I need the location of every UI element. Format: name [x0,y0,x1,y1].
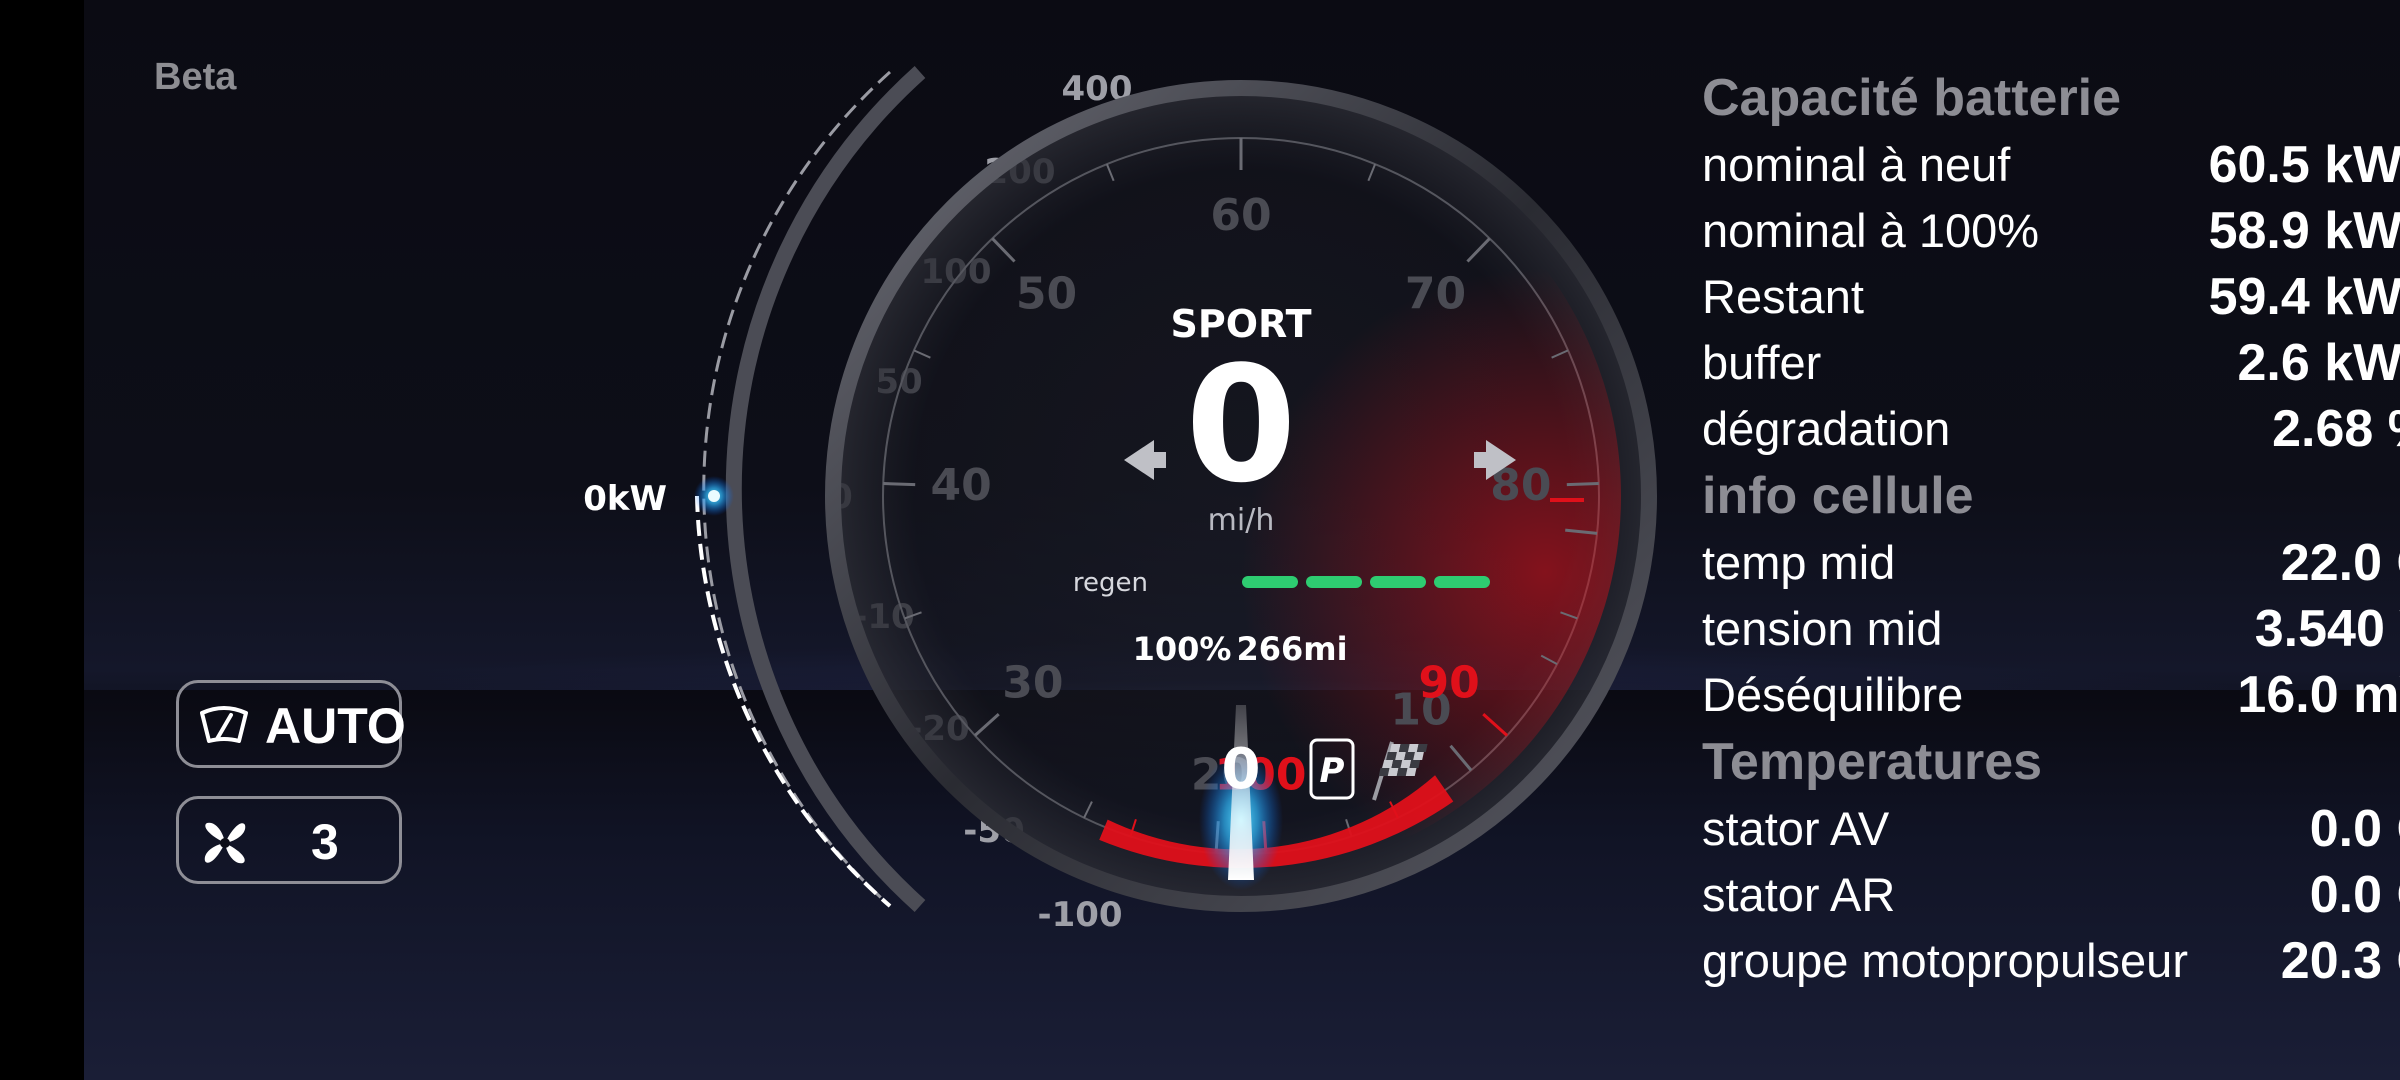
flag-cell [1407,744,1419,752]
info-row: buffer 2.6 kWh [1702,330,2400,396]
info-row: nominal à neuf 60.5 kWh [1702,132,2400,198]
flag-cell [1387,768,1399,776]
windshield-wiper-icon [200,706,248,743]
battery-capacity-list: nominal à neuf 60.5 kWh nominal à 100% 58.9… [1702,132,2400,462]
range-estimate: 266mi [1236,630,1347,668]
cell-info-list: temp mid22.0 Ctension mid3.540 VDéséquil… [1702,530,2400,728]
speedometer: 102030405060708090100 SPORT 0 mi/h regen… [825,80,1657,912]
power-readout: 0kW [583,479,667,519]
info-row-label: nominal à 100% [1702,204,2040,257]
cell-info-title: info cellule [1702,467,1974,525]
speed-value: 0 [1185,331,1296,518]
gear-indicator: P [1320,751,1345,791]
power-tick-label: -100 [1037,895,1122,935]
info-row: stator AR 0.0 C [1702,862,2400,928]
info-row-label: groupe motopropulseur [1702,934,2188,987]
info-row-label: Déséquilibre [1702,668,1964,721]
regen-segment [1306,576,1362,588]
info-row: Déséquilibre 16.0 mV [1702,662,2400,728]
info-row-value: 0.0 C [2309,866,2400,924]
info-row-value: 60.5 kWh [2208,136,2400,194]
info-row-value: 20.3 C [2280,932,2400,990]
temperatures-title: Temperatures [1702,733,2043,791]
info-row: nominal à 100% 58.9 kWh [1702,198,2400,264]
flag-cell [1389,744,1401,752]
flag-cell [1386,752,1397,760]
dial-number: 30 [1002,657,1063,708]
info-row-value: 59.4 kWh [2208,268,2400,326]
dial-number: 70 [1405,269,1466,320]
info-row-value: 22.0 C [2280,534,2400,592]
needle-value: 0 [1222,737,1261,802]
temperatures-list: stator AV0.0 Cstator AR0.0 Cgroupe motop… [1702,796,2400,994]
power-indicator-dot [708,490,720,502]
flag-cell [1396,768,1408,776]
dial-number: 50 [1016,269,1077,320]
info-row-label: nominal à neuf [1702,138,2011,191]
info-row-label: stator AV [1702,802,1890,855]
info-row-label: buffer [1702,336,1822,389]
flag-cell [1413,752,1424,760]
dial-tick [1566,482,1599,487]
info-row-value: 3.540 V [2254,600,2400,658]
info-row: temp mid 22.0 C [1702,530,2400,596]
flag-cell [1398,744,1410,752]
info-row-label: temp mid [1702,536,1896,589]
regen-segment [1242,576,1298,588]
fan-icon [204,822,246,864]
info-row-label: Restant [1702,270,1864,323]
info-row-value: 16.0 mV [2237,666,2400,724]
info-row-value: 0.0 C [2309,800,2400,858]
info-row: Restant 59.4 kWh [1702,264,2400,330]
fan-speed-button[interactable]: 3 [176,796,402,884]
info-row-value: 2.68 % [2272,400,2400,458]
regen-segment [1434,576,1490,588]
vehicle-info-panel: Capacité batterie nominal à neuf 60.5 kWh… [1702,64,2400,994]
info-row-label: dégradation [1702,402,1951,455]
info-row-value: 2.6 kWh [2237,334,2400,392]
flag-cell [1404,752,1415,760]
dashboard-screen: Beta 400 -50 -100 0kW 10 30 40 50 60 70 … [84,0,2400,1080]
info-row-label: tension mid [1702,602,1943,655]
info-row: dégradation 2.68 % [1702,396,2400,462]
regen-segment [1370,576,1426,588]
regen-label: regen [1073,568,1148,598]
wiper-mode-label: AUTO [265,698,406,754]
speed-unit: mi/h [1208,503,1275,538]
dial-number: 40 [931,460,992,511]
flag-cell [1400,760,1412,768]
flag-cell [1416,744,1428,752]
flag-cell [1405,768,1417,776]
flag-cell [1391,760,1403,768]
dial-number: 90 [1418,657,1479,708]
dial-number: 60 [1210,190,1271,241]
wiper-auto-button[interactable]: AUTO [176,680,406,768]
flag-cell [1378,768,1390,776]
fan-speed-value: 3 [311,814,339,870]
battery-capacity-title: Capacité batterie [1702,69,2122,127]
info-row: groupe motopropulseur 20.3 C [1702,928,2400,994]
info-row: tension mid 3.540 V [1702,596,2400,662]
flag-cell [1395,752,1406,760]
flag-cell [1382,760,1394,768]
info-row: stator AV 0.0 C [1702,796,2400,862]
battery-percent: 100% [1133,630,1232,668]
info-row-value: 58.9 kWh [2208,202,2400,260]
dial-tick [883,482,916,487]
flag-cell [1409,760,1421,768]
info-row-label: stator AR [1702,868,1896,921]
